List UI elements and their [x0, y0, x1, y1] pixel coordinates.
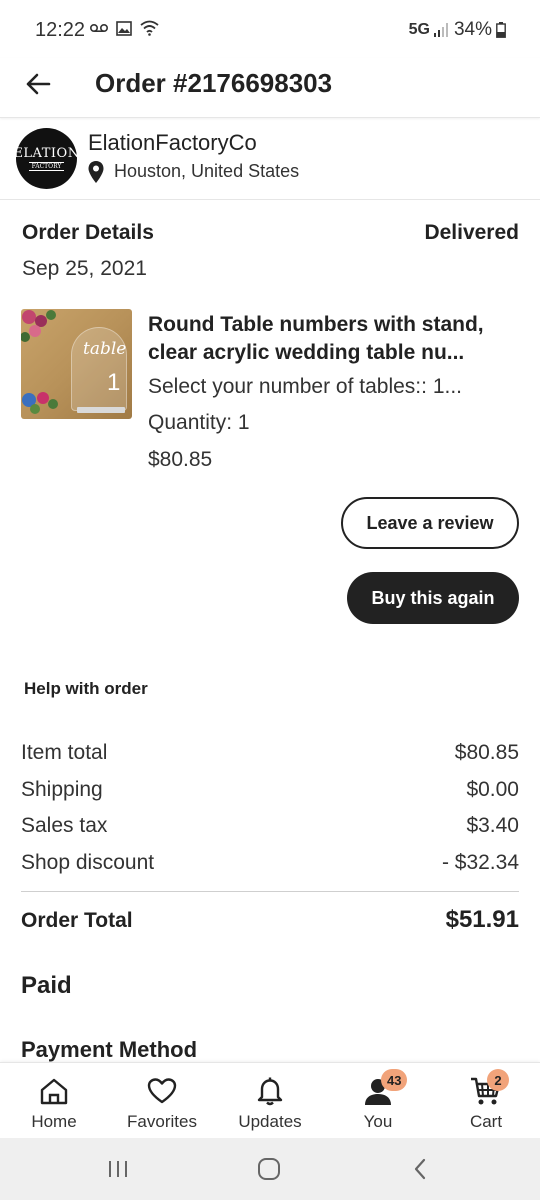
- network-type: 5G: [408, 21, 430, 38]
- cart-icon: 2: [469, 1069, 509, 1107]
- buy-again-button[interactable]: Buy this again: [347, 572, 519, 624]
- page-title: Order #2176698303: [95, 68, 333, 98]
- home-icon: [37, 1075, 71, 1107]
- heart-icon: [145, 1075, 179, 1107]
- summary-value: - $32.34: [441, 850, 519, 874]
- summary-row-shop-discount: Shop discount - $32.34: [21, 847, 519, 884]
- home-circle-icon: [258, 1158, 280, 1180]
- nav-label: Home: [31, 1112, 77, 1131]
- nav-updates[interactable]: Updates: [216, 1063, 324, 1138]
- flowers-decoration: [21, 310, 56, 342]
- app-bar: Order #2176698303: [0, 58, 540, 118]
- summary-row-shipping: Shipping $0.00: [21, 774, 519, 811]
- status-bar: 12:22 5G 34%: [0, 0, 540, 58]
- summary-divider: [21, 891, 519, 892]
- shop-location: Houston, United States: [114, 161, 300, 181]
- person-icon: 43: [361, 1069, 408, 1107]
- nav-label: Cart: [469, 1112, 503, 1131]
- sign-word: table: [83, 339, 127, 359]
- shop-logo-text: ELATION: [13, 146, 80, 161]
- recent-apps-icon: [109, 1161, 127, 1177]
- status-time: 12:22: [35, 19, 86, 41]
- summary-row-sales-tax: Sales tax $3.40: [21, 810, 519, 847]
- summary-label: Sales tax: [21, 814, 108, 837]
- nav-favorites[interactable]: Favorites: [108, 1063, 216, 1138]
- nav-label: You: [363, 1112, 393, 1131]
- shop-info[interactable]: ELATION FACTORY ElationFactoryCo Houston…: [0, 118, 540, 200]
- summary-label: Shipping: [21, 777, 103, 801]
- order-total-label: Order Total: [21, 909, 133, 932]
- bottom-navigation: Home Favorites Updates 43 You 2 Cart: [0, 1062, 540, 1138]
- product-quantity: Quantity: 1: [148, 411, 250, 434]
- nav-label: Favorites: [127, 1112, 197, 1131]
- order-date: Sep 25, 2021: [22, 257, 147, 280]
- status-notification-icons: [90, 20, 159, 36]
- signal-icon: [433, 23, 448, 37]
- summary-value: $80.85: [454, 741, 519, 764]
- order-status: Delivered: [424, 221, 519, 244]
- image-icon: [116, 20, 132, 36]
- help-with-order-link[interactable]: Help with order: [24, 679, 148, 699]
- nav-you[interactable]: 43 You: [324, 1063, 432, 1138]
- order-details-heading: Order Details: [22, 221, 154, 244]
- nav-home[interactable]: Home: [0, 1063, 108, 1138]
- nav-label: Updates: [238, 1112, 302, 1131]
- summary-label: Shop discount: [21, 850, 155, 874]
- voicemail-icon: [90, 24, 108, 32]
- flowers-decoration-bottom: [22, 392, 58, 414]
- battery-icon: [496, 22, 506, 38]
- summary-value: $0.00: [466, 777, 519, 801]
- battery-percent: 34%: [453, 19, 492, 40]
- home-system-button[interactable]: [254, 1154, 284, 1184]
- notification-badge: 43: [381, 1069, 408, 1091]
- product-image[interactable]: table 1: [21, 309, 132, 419]
- leave-review-button[interactable]: Leave a review: [341, 497, 519, 549]
- summary-row-item-total: Item total $80.85: [21, 737, 519, 774]
- cart-badge: 2: [487, 1069, 509, 1091]
- shop-logo-subtext: FACTORY: [28, 162, 65, 171]
- summary-value: $3.40: [466, 814, 519, 837]
- system-navigation-bar: [0, 1138, 540, 1200]
- product-title[interactable]: Round Table numbers with stand, clear ac…: [148, 311, 520, 367]
- back-button[interactable]: [20, 66, 56, 102]
- order-summary: Item total $80.85 Shipping $0.00 Sales t…: [21, 737, 519, 883]
- sign-number: 1: [107, 369, 121, 396]
- wifi-icon: [140, 20, 159, 36]
- order-total-value: $51.91: [445, 906, 519, 933]
- sign-stand: [77, 407, 125, 413]
- product-price: $80.85: [148, 448, 213, 471]
- paid-label: Paid: [21, 972, 72, 999]
- payment-method-heading: Payment Method: [21, 1037, 198, 1062]
- product-title-line-1: Round Table numbers with stand,: [148, 313, 484, 336]
- recent-apps-button[interactable]: [103, 1154, 133, 1184]
- bell-icon: [253, 1075, 287, 1107]
- summary-label: Item total: [21, 741, 108, 764]
- back-system-button[interactable]: [405, 1154, 435, 1184]
- status-right: 5G 34%: [409, 19, 506, 41]
- nav-cart[interactable]: 2 Cart: [432, 1063, 540, 1138]
- arrow-left-icon: [26, 73, 51, 95]
- shop-avatar[interactable]: ELATION FACTORY: [13, 128, 80, 189]
- chevron-left-icon: [414, 1158, 426, 1180]
- product-title-line-2: clear acrylic wedding table nu...: [148, 341, 465, 364]
- product-variation: Select your number of tables:: 1...: [148, 375, 462, 398]
- location-pin-icon: [88, 161, 104, 183]
- shop-name[interactable]: ElationFactoryCo: [88, 130, 257, 156]
